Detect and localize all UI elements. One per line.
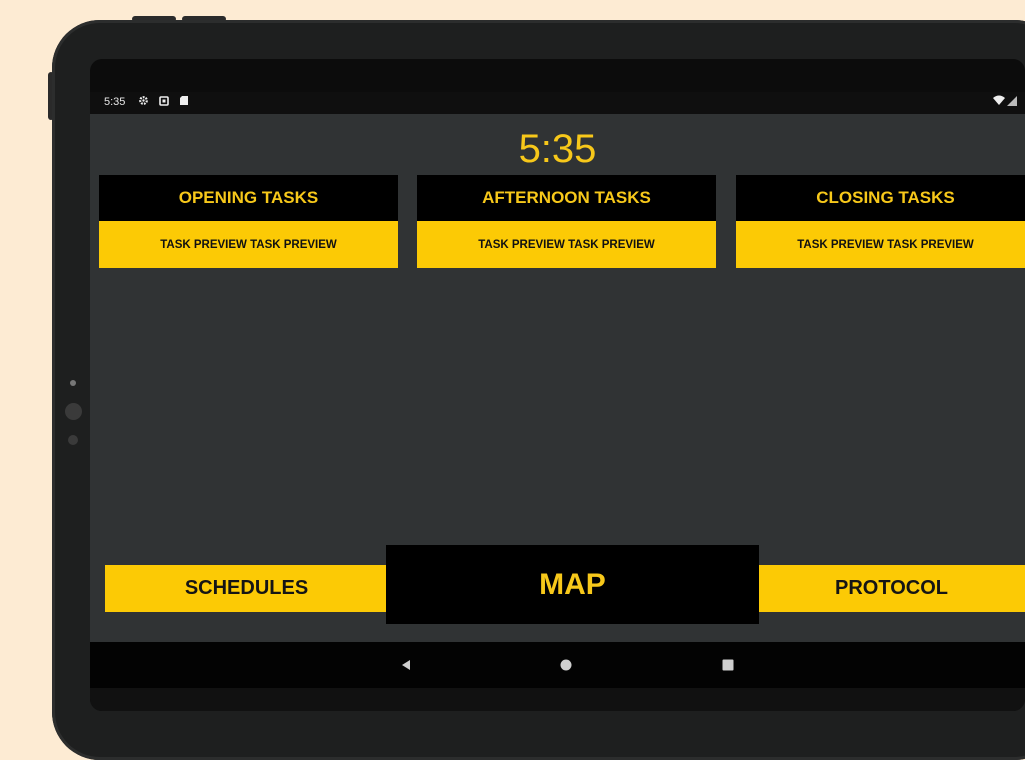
signal-icon	[1007, 95, 1017, 109]
gear-icon	[138, 95, 149, 109]
wifi-icon	[993, 95, 1005, 109]
task-column-afternoon[interactable]: AFTERNOON TASKS TASK PREVIEW TASK PREVIE…	[417, 175, 716, 268]
schedules-button[interactable]: SCHEDULES	[105, 565, 388, 612]
map-button[interactable]: MAP	[386, 545, 759, 624]
tablet-screen: 5:35 5:35 OPENING TASKS TASK PREVIEW TAS…	[90, 59, 1025, 711]
clock-display: 5:35	[518, 127, 597, 171]
app-content: 5:35 OPENING TASKS TASK PREVIEW TASK PRE…	[90, 114, 1025, 642]
task-column-opening[interactable]: OPENING TASKS TASK PREVIEW TASK PREVIEW	[99, 175, 398, 268]
system-nav-bar	[90, 642, 1025, 688]
back-icon[interactable]	[386, 642, 426, 688]
recents-icon[interactable]	[708, 642, 748, 688]
sd-card-icon	[179, 95, 189, 109]
status-bar: 5:35	[90, 92, 1025, 114]
task-column-title[interactable]: CLOSING TASKS	[736, 175, 1025, 221]
front-camera-icon	[70, 380, 76, 386]
status-time: 5:35	[104, 96, 126, 108]
screen-bottom-edge	[90, 688, 1025, 711]
sensor-icon	[68, 435, 78, 445]
home-icon[interactable]	[546, 642, 586, 688]
square-notification-icon	[159, 95, 169, 109]
protocol-button[interactable]: PROTOCOL	[758, 565, 1025, 612]
task-preview[interactable]: TASK PREVIEW TASK PREVIEW	[417, 221, 716, 268]
task-column-title[interactable]: AFTERNOON TASKS	[417, 175, 716, 221]
task-column-closing[interactable]: CLOSING TASKS TASK PREVIEW TASK PREVIEW	[736, 175, 1025, 268]
camera-lens-icon	[65, 403, 82, 420]
task-preview[interactable]: TASK PREVIEW TASK PREVIEW	[99, 221, 398, 268]
task-preview[interactable]: TASK PREVIEW TASK PREVIEW	[736, 221, 1025, 268]
task-column-title[interactable]: OPENING TASKS	[99, 175, 398, 221]
